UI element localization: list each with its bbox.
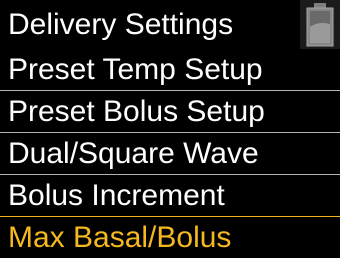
delivery-settings-menu: Preset Temp Setup Preset Bolus Setup Dua… [0, 49, 340, 258]
battery-icon [300, 0, 340, 49]
menu-item-bolus-increment[interactable]: Bolus Increment [0, 175, 340, 217]
menu-item-label: Dual/Square Wave [8, 137, 259, 170]
menu-item-max-basal-bolus[interactable]: Max Basal/Bolus [0, 216, 340, 258]
menu-item-preset-bolus-setup[interactable]: Preset Bolus Setup [0, 91, 340, 133]
menu-item-label: Max Basal/Bolus [8, 221, 232, 254]
menu-item-label: Preset Bolus Setup [8, 95, 265, 128]
menu-item-preset-temp-setup[interactable]: Preset Temp Setup [0, 49, 340, 91]
menu-item-label: Preset Temp Setup [8, 53, 263, 86]
header-bar: Delivery Settings [0, 0, 340, 49]
screen-title: Delivery Settings [8, 8, 234, 41]
menu-item-label: Bolus Increment [8, 179, 225, 212]
menu-item-dual-square-wave[interactable]: Dual/Square Wave [0, 133, 340, 175]
pump-screen: Delivery Settings Preset Temp Setup Pres… [0, 0, 340, 258]
